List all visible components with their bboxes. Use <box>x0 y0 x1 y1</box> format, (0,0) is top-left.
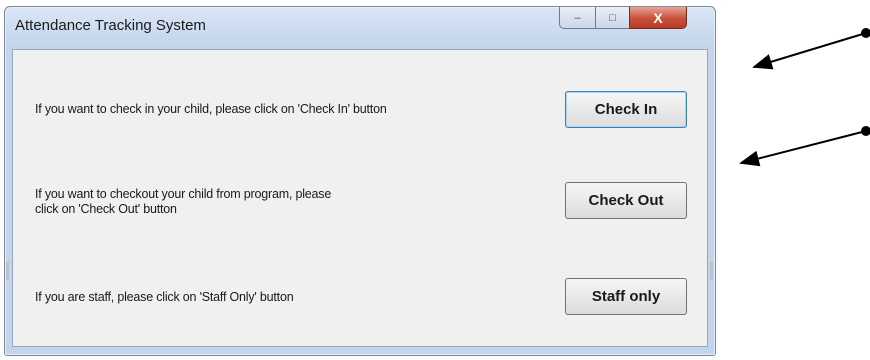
annotation-arrows <box>739 28 870 167</box>
arrow-bottom <box>739 126 870 167</box>
arrow-top <box>752 28 870 70</box>
